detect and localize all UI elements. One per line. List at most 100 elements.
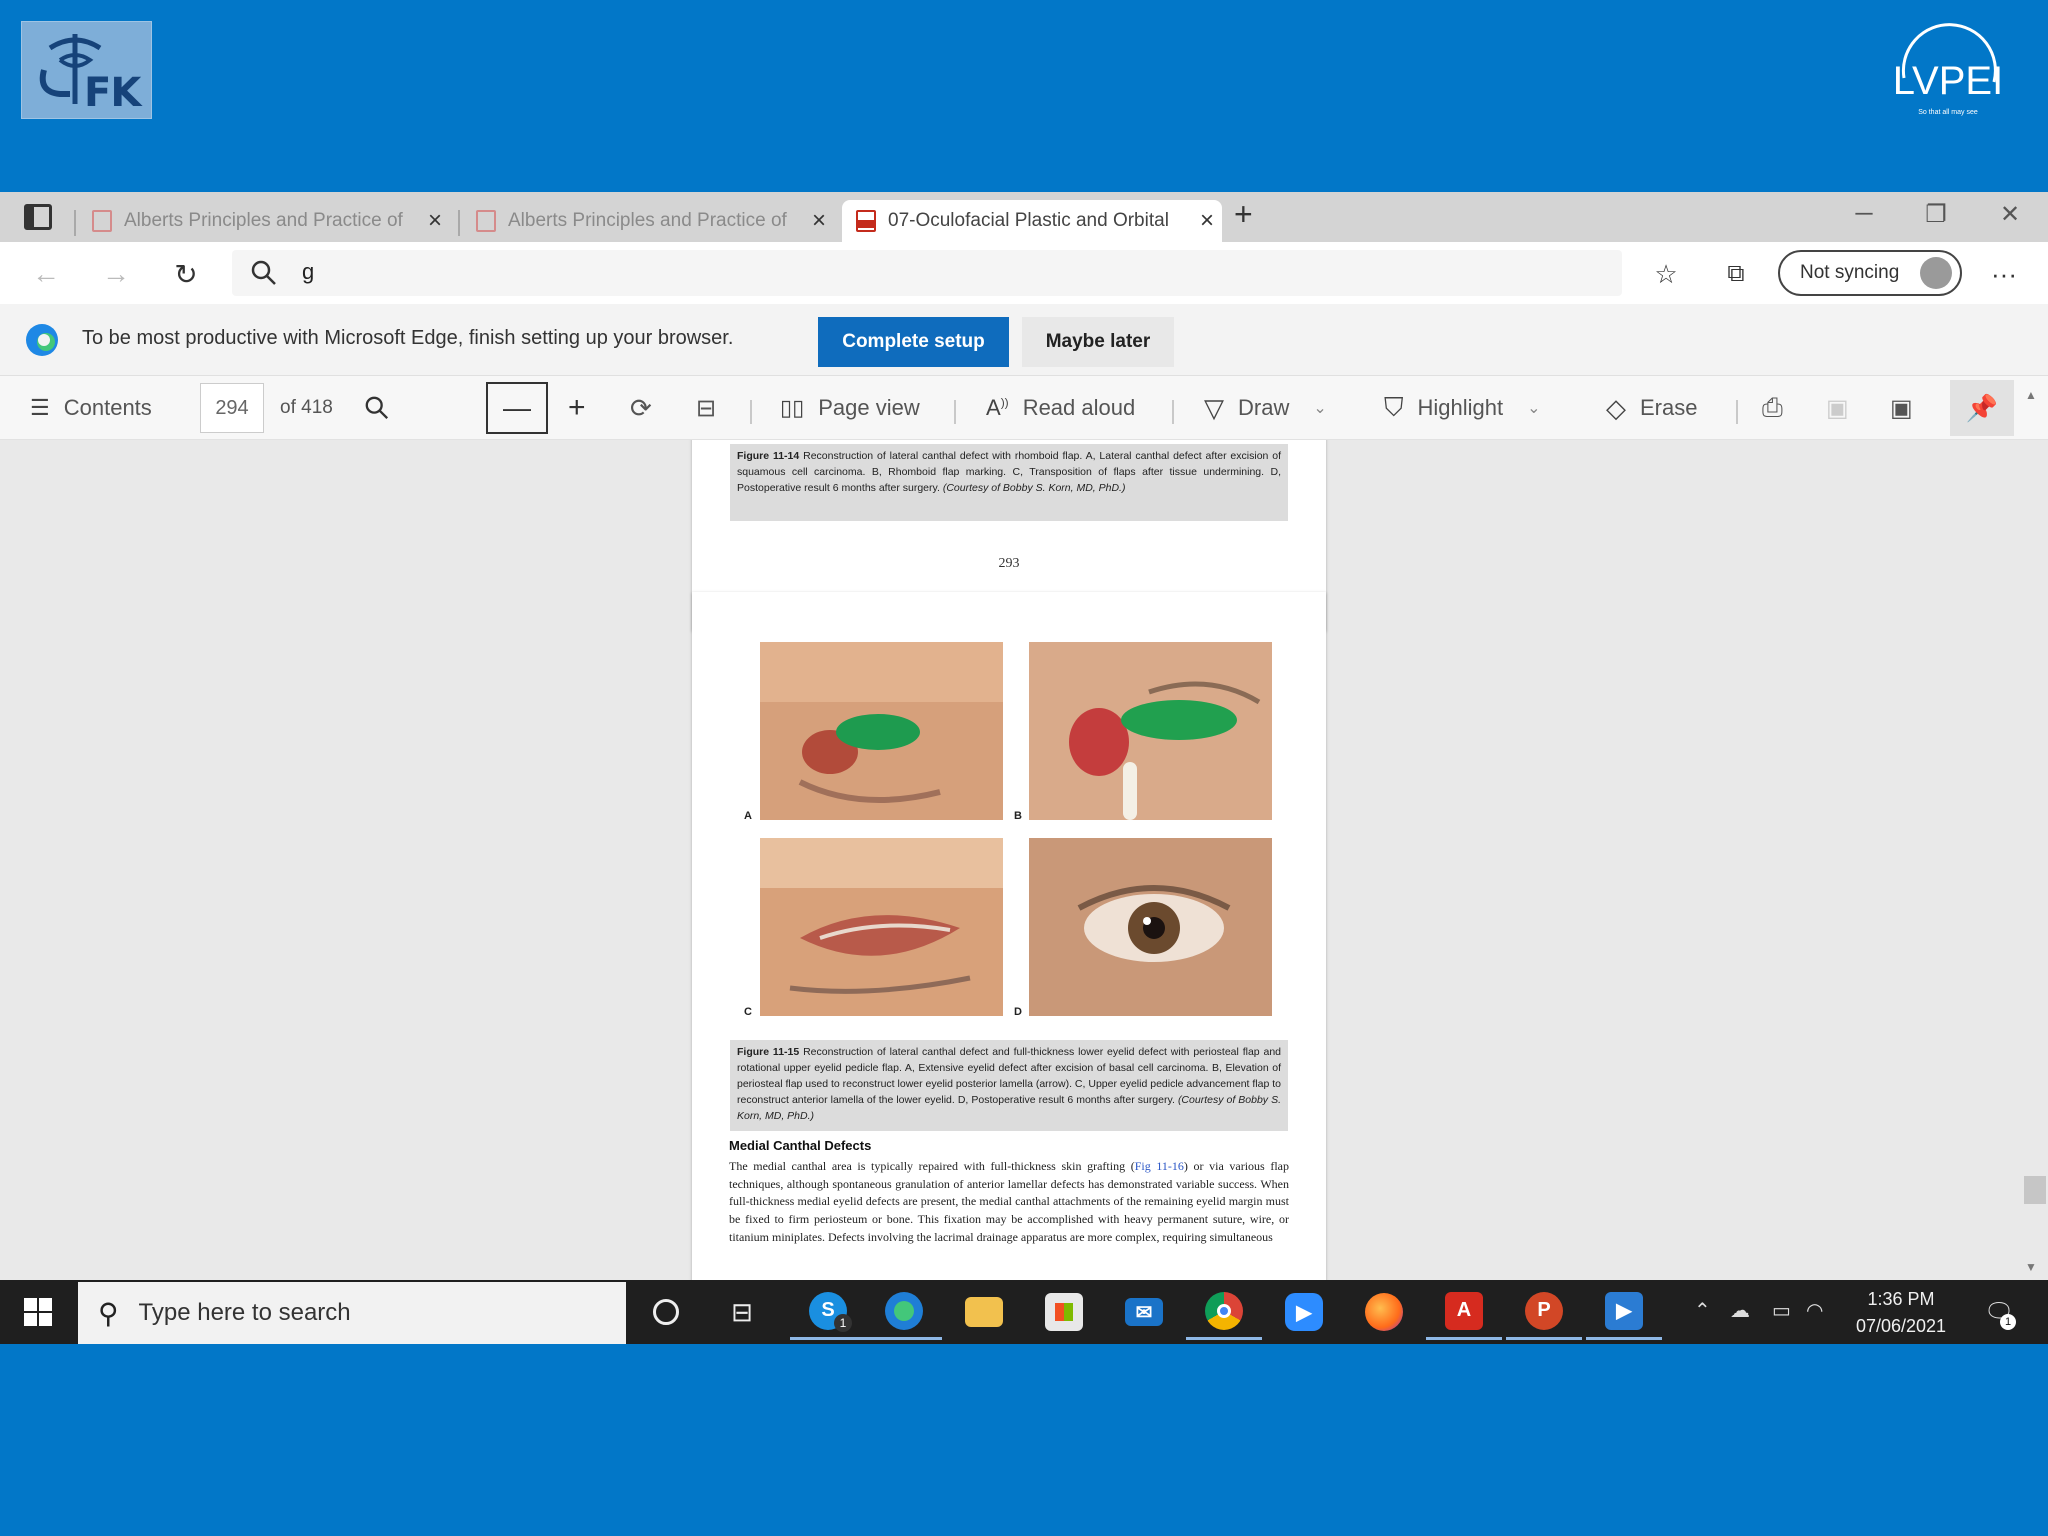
forward-icon[interactable]: → (94, 252, 138, 296)
tab-oculofacial[interactable]: 07-Oculofacial Plastic and Orbital × (842, 200, 1222, 242)
scroll-up-arrow[interactable]: ▲ (2025, 388, 2037, 402)
toolbar-separator (750, 400, 752, 424)
minimize-icon[interactable]: ─ (1828, 192, 1900, 236)
contents-button[interactable]: ☰ Contents (30, 390, 152, 426)
zoom-icon[interactable]: ▶ (1266, 1284, 1342, 1340)
powerpoint-icon[interactable]: P (1506, 1284, 1582, 1340)
rotate-icon[interactable]: ⟳ (630, 390, 652, 426)
scroll-down-arrow[interactable]: ▼ (2025, 1260, 2037, 1274)
window-close-icon[interactable]: ✕ (1974, 192, 2046, 236)
windows-taskbar: ⚲ Type here to search ⊟ S 1 ✉ ▶ A P ▶ ⌃ … (0, 1280, 2048, 1344)
task-view-icon[interactable]: ⊟ (704, 1284, 780, 1340)
fit-to-page-icon[interactable]: ⊟ (696, 390, 716, 426)
draw-button[interactable]: ▽ Draw ⌄ (1204, 390, 1327, 426)
battery-icon[interactable]: ▭ (1772, 1298, 1791, 1323)
save-icon: ▣ (1826, 394, 1849, 422)
chrome-icon[interactable] (1186, 1284, 1262, 1340)
panel-label-d: D (1014, 1006, 1022, 1018)
highlight-button[interactable]: ⛉ Highlight ⌄ (1384, 390, 1541, 426)
taskbar-search-box[interactable]: ⚲ Type here to search (78, 1282, 626, 1344)
tab-actions-icon[interactable] (24, 204, 52, 230)
logo-right-text: LVPEI (1893, 59, 2003, 103)
tab-label: Alberts Principles and Practice of (124, 210, 403, 231)
file-explorer-icon[interactable] (946, 1284, 1022, 1340)
notification-badge: 1 (2000, 1314, 2016, 1330)
media-player-icon[interactable]: ▶ (1586, 1284, 1662, 1340)
page-view-button[interactable]: ▯▯ Page view (780, 390, 920, 426)
tab-alberts-2[interactable]: Alberts Principles and Practice of × (462, 200, 834, 242)
zoom-in-button[interactable]: + (568, 390, 586, 426)
book-icon: ▯▯ (780, 395, 805, 420)
save-as-icon[interactable]: ▣ (1890, 390, 1913, 426)
body-paragraph: The medial canthal area is typically rep… (729, 1158, 1289, 1247)
logo-left-text: FK (84, 70, 141, 116)
pdf-document-area[interactable]: Figure 11-14 Reconstruction of lateral c… (0, 440, 2048, 1280)
caption-label: Figure 11-14 (737, 450, 800, 462)
cortana-icon[interactable] (628, 1284, 704, 1340)
print-icon[interactable]: ⎙ (1762, 390, 1783, 426)
read-aloud-label: Read aloud (1022, 395, 1136, 420)
erase-button[interactable]: ◇ Erase (1606, 390, 1697, 426)
close-icon[interactable]: × (1192, 207, 1222, 235)
find-button[interactable] (364, 390, 390, 426)
clock-date: 07/06/2021 (1855, 1316, 1947, 1336)
highlight-label: Highlight (1417, 395, 1504, 420)
edge-taskbar-icon[interactable] (866, 1284, 942, 1340)
figure-photo-b (1029, 642, 1272, 820)
pdf-icon (92, 210, 112, 232)
figure-photo-a (760, 642, 1003, 820)
tab-separator (458, 210, 460, 236)
complete-setup-button[interactable]: Complete setup (818, 317, 1009, 367)
eraser-icon: ◇ (1606, 392, 1626, 423)
store-icon[interactable] (1026, 1284, 1102, 1340)
restore-icon[interactable]: ❐ (1900, 192, 1972, 236)
read-aloud-icon: A)) (986, 395, 1009, 420)
figure-link[interactable]: Fig 11-16 (1135, 1159, 1184, 1173)
logo-right-tagline: So that all may see (1918, 109, 1978, 116)
pdf-toolbar: ☰ Contents 294 of 418 — + ⟳ ⊟ ▯▯ Page vi… (0, 376, 2048, 440)
address-query: g (302, 259, 315, 284)
favorites-icon[interactable]: ☆ (1644, 252, 1688, 296)
zoom-out-button[interactable]: — (486, 382, 548, 434)
onedrive-icon[interactable]: ☁ (1730, 1298, 1750, 1323)
collections-icon[interactable]: ⧉ (1714, 252, 1758, 296)
toolbar-separator (1736, 400, 1738, 424)
mail-icon[interactable]: ✉ (1106, 1284, 1182, 1340)
section-heading: Medial Canthal Defects (729, 1138, 872, 1153)
pin-toolbar-icon[interactable]: 📌 (1950, 380, 2014, 436)
setup-message: To be most productive with Microsoft Edg… (82, 327, 734, 349)
figure-11-14-caption: Figure 11-14 Reconstruction of lateral c… (730, 444, 1288, 521)
back-icon[interactable]: ← (24, 252, 68, 296)
chevron-down-icon[interactable]: ⌄ (1527, 398, 1540, 418)
figure-photo-d (1029, 838, 1272, 1016)
toolbar-separator (1172, 400, 1174, 424)
contents-label: Contents (63, 395, 152, 420)
pdf-page-294: A B C D Figure 11-15 Reconstruction of l… (692, 592, 1326, 1280)
chevron-down-icon[interactable]: ⌄ (1313, 398, 1326, 418)
search-icon (365, 396, 389, 420)
tab-strip: Alberts Principles and Practice of × Alb… (0, 192, 2048, 242)
refresh-icon[interactable]: ↻ (164, 252, 208, 296)
caption-credit: (Courtesy of Bobby S. Korn, MD, PhD.) (942, 482, 1126, 494)
start-button[interactable] (0, 1280, 76, 1344)
address-bar[interactable]: g (232, 250, 1622, 296)
acrobat-icon[interactable]: A (1426, 1284, 1502, 1340)
close-icon[interactable]: × (804, 207, 834, 235)
more-icon[interactable]: ··· (1982, 252, 2026, 296)
skype-icon[interactable]: S 1 (790, 1284, 866, 1340)
sync-button[interactable]: Not syncing (1778, 250, 1962, 296)
system-clock[interactable]: 1:36 PM 07/06/2021 (1836, 1286, 1966, 1340)
caption-label: Figure 11-15 (737, 1046, 800, 1058)
close-icon[interactable]: × (420, 207, 450, 235)
new-tab-icon[interactable]: + (1234, 196, 1253, 233)
maybe-later-button[interactable]: Maybe later (1022, 317, 1174, 367)
pdf-icon (856, 210, 876, 232)
scrollbar-thumb[interactable] (2024, 1176, 2046, 1204)
show-hidden-icons-icon[interactable]: ⌃ (1694, 1298, 1711, 1323)
tab-alberts-1[interactable]: Alberts Principles and Practice of × (78, 200, 450, 242)
read-aloud-button[interactable]: A)) Read aloud (986, 390, 1135, 426)
clock-time: 1:36 PM (1867, 1289, 1935, 1309)
page-number-input[interactable]: 294 (200, 383, 264, 433)
wifi-icon[interactable]: ◠ (1806, 1298, 1823, 1323)
firefox-icon[interactable] (1346, 1284, 1422, 1340)
